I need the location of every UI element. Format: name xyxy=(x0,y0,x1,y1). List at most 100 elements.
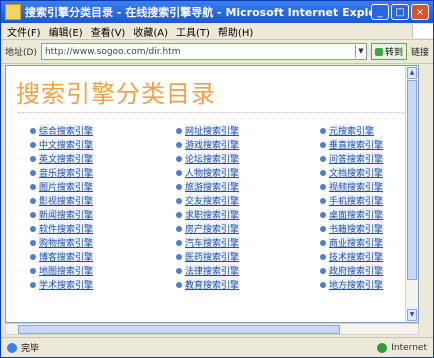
category-link[interactable]: 技术搜索引擎 xyxy=(329,250,384,263)
category-item: 房产搜索引擎 xyxy=(176,222,320,235)
category-item: 元搜索引擎 xyxy=(320,124,410,137)
go-button[interactable]: 转到 xyxy=(370,43,407,60)
category-link[interactable]: 视频搜索引擎 xyxy=(329,180,384,193)
category-item: 政府搜索引擎 xyxy=(320,264,410,277)
go-arrow-icon xyxy=(374,47,383,56)
bullet-icon xyxy=(320,281,326,288)
category-link[interactable]: 文档搜索引擎 xyxy=(329,166,384,179)
minimize-button[interactable]: _ xyxy=(371,4,389,20)
bullet-icon xyxy=(30,197,36,204)
bullet-icon xyxy=(320,169,326,176)
status-bar: 完毕 Internet xyxy=(1,337,433,357)
bullet-icon xyxy=(30,267,36,274)
category-link[interactable]: 中文搜索引擎 xyxy=(39,138,94,151)
bullet-icon xyxy=(176,253,182,260)
category-link[interactable]: 论坛搜索引擎 xyxy=(185,152,240,165)
category-link[interactable]: 网址搜索引擎 xyxy=(185,124,240,137)
page-done-icon xyxy=(7,342,17,353)
category-item: 音乐搜索引擎 xyxy=(30,166,176,179)
bullet-icon xyxy=(30,127,36,134)
category-link[interactable]: 手机搜索引擎 xyxy=(329,194,384,207)
category-link[interactable]: 地图搜索引擎 xyxy=(39,264,94,277)
category-link[interactable]: 问答搜索引擎 xyxy=(329,152,384,165)
category-link[interactable]: 法律搜索引擎 xyxy=(185,264,240,277)
category-link[interactable]: 学术搜索引擎 xyxy=(39,278,94,291)
category-link[interactable]: 垂直搜索引擎 xyxy=(329,138,384,151)
category-link[interactable]: 英文搜索引擎 xyxy=(39,152,94,165)
bullet-icon xyxy=(30,211,36,218)
category-link[interactable]: 综合搜索引擎 xyxy=(39,124,94,137)
bullet-icon xyxy=(176,225,182,232)
category-item: 图片搜索引擎 xyxy=(30,180,176,193)
menu-help[interactable]: 帮助(H) xyxy=(218,24,253,39)
maximize-button[interactable]: □ xyxy=(391,4,409,20)
page-title: 搜索引擎分类目录 xyxy=(16,80,216,108)
title-bar[interactable]: 搜索引擎分类目录 - 在线搜索引擎导航 - Microsoft Internet… xyxy=(1,1,433,23)
category-item: 地方搜索引擎 xyxy=(320,278,410,291)
category-item: 中文搜索引擎 xyxy=(30,138,176,151)
category-link[interactable]: 影视搜索引擎 xyxy=(39,194,94,207)
category-item: 购物搜索引擎 xyxy=(30,236,176,249)
scroll-up-icon[interactable]: ▲ xyxy=(407,67,417,79)
scroll-down-icon[interactable]: ▼ xyxy=(407,309,417,321)
category-link[interactable]: 游戏搜索引擎 xyxy=(185,138,240,151)
menu-view[interactable]: 查看(V) xyxy=(91,24,126,39)
zone-label: Internet xyxy=(391,342,427,353)
category-link[interactable]: 地方搜索引擎 xyxy=(329,278,384,291)
menu-bar: 文件(F) 编辑(E) 查看(V) 收藏(A) 工具(T) 帮助(H) xyxy=(1,23,433,40)
address-bar[interactable]: http://www.sogoo.com/dir.htm ▼ xyxy=(40,43,367,60)
category-link[interactable]: 博客搜索引擎 xyxy=(39,250,94,263)
category-link[interactable]: 医药搜索引擎 xyxy=(185,250,240,263)
category-item: 人物搜索引擎 xyxy=(176,166,320,179)
bullet-icon xyxy=(30,169,36,176)
bullet-icon xyxy=(176,211,182,218)
category-link[interactable]: 房产搜索引擎 xyxy=(185,222,240,235)
category-link[interactable]: 旅游搜索引擎 xyxy=(185,180,240,193)
page-content: 搜索引擎分类目录 综合搜索引擎 网址搜索引擎 元搜索引擎中文搜索引擎 游戏搜索引擎 垂直… xyxy=(5,65,419,323)
category-item: 地图搜索引擎 xyxy=(30,264,176,277)
status-text: 完毕 xyxy=(21,344,40,354)
category-link[interactable]: 汽车搜索引擎 xyxy=(185,236,240,249)
category-item: 视频搜索引擎 xyxy=(320,180,410,193)
menu-favorites[interactable]: 收藏(A) xyxy=(133,24,168,39)
horizontal-scroll-thumb[interactable] xyxy=(18,325,340,334)
bullet-icon xyxy=(320,183,326,190)
category-item: 医药搜索引擎 xyxy=(176,250,320,263)
category-item: 博客搜索引擎 xyxy=(30,250,176,263)
vertical-scroll-thumb[interactable] xyxy=(407,80,417,280)
category-link[interactable]: 求职搜索引擎 xyxy=(185,208,240,221)
category-link[interactable]: 人物搜索引擎 xyxy=(185,166,240,179)
category-link[interactable]: 元搜索引擎 xyxy=(329,124,375,137)
category-item: 垂直搜索引擎 xyxy=(320,138,410,151)
category-link[interactable]: 图片搜索引擎 xyxy=(39,180,94,193)
bullet-icon xyxy=(176,267,182,274)
category-link[interactable]: 政府搜索引擎 xyxy=(329,264,384,277)
category-link[interactable]: 交友搜索引擎 xyxy=(185,194,240,207)
bullet-icon xyxy=(320,211,326,218)
menu-tools[interactable]: 工具(T) xyxy=(176,24,210,39)
links-button[interactable]: 链接 xyxy=(411,45,429,58)
category-link[interactable]: 购物搜索引擎 xyxy=(39,236,94,249)
category-link[interactable]: 书籍搜索引擎 xyxy=(329,222,384,235)
vertical-scrollbar[interactable]: ▲ ▼ xyxy=(405,66,418,322)
bullet-icon xyxy=(176,155,182,162)
address-dropdown-icon[interactable]: ▼ xyxy=(354,45,366,58)
menu-edit[interactable]: 编辑(E) xyxy=(49,24,83,39)
category-item: 法律搜索引擎 xyxy=(176,264,320,277)
horizontal-scrollbar[interactable] xyxy=(5,323,419,335)
menu-file[interactable]: 文件(F) xyxy=(7,24,41,39)
bullet-icon xyxy=(30,183,36,190)
category-link[interactable]: 教育搜索引擎 xyxy=(185,278,240,291)
internet-zone-icon xyxy=(377,342,388,353)
category-link[interactable]: 桌面搜索引擎 xyxy=(329,208,384,221)
close-button[interactable]: × xyxy=(411,4,429,20)
category-item: 桌面搜索引擎 xyxy=(320,208,410,221)
bullet-icon xyxy=(30,281,36,288)
category-link[interactable]: 软件搜索引擎 xyxy=(39,222,94,235)
category-item: 手机搜索引擎 xyxy=(320,194,410,207)
category-item: 论坛搜索引擎 xyxy=(176,152,320,165)
windows-logo-icon xyxy=(412,24,433,38)
category-link[interactable]: 新闻搜索引擎 xyxy=(39,208,94,221)
category-link[interactable]: 音乐搜索引擎 xyxy=(39,166,94,179)
category-link[interactable]: 商业搜索引擎 xyxy=(329,236,384,249)
